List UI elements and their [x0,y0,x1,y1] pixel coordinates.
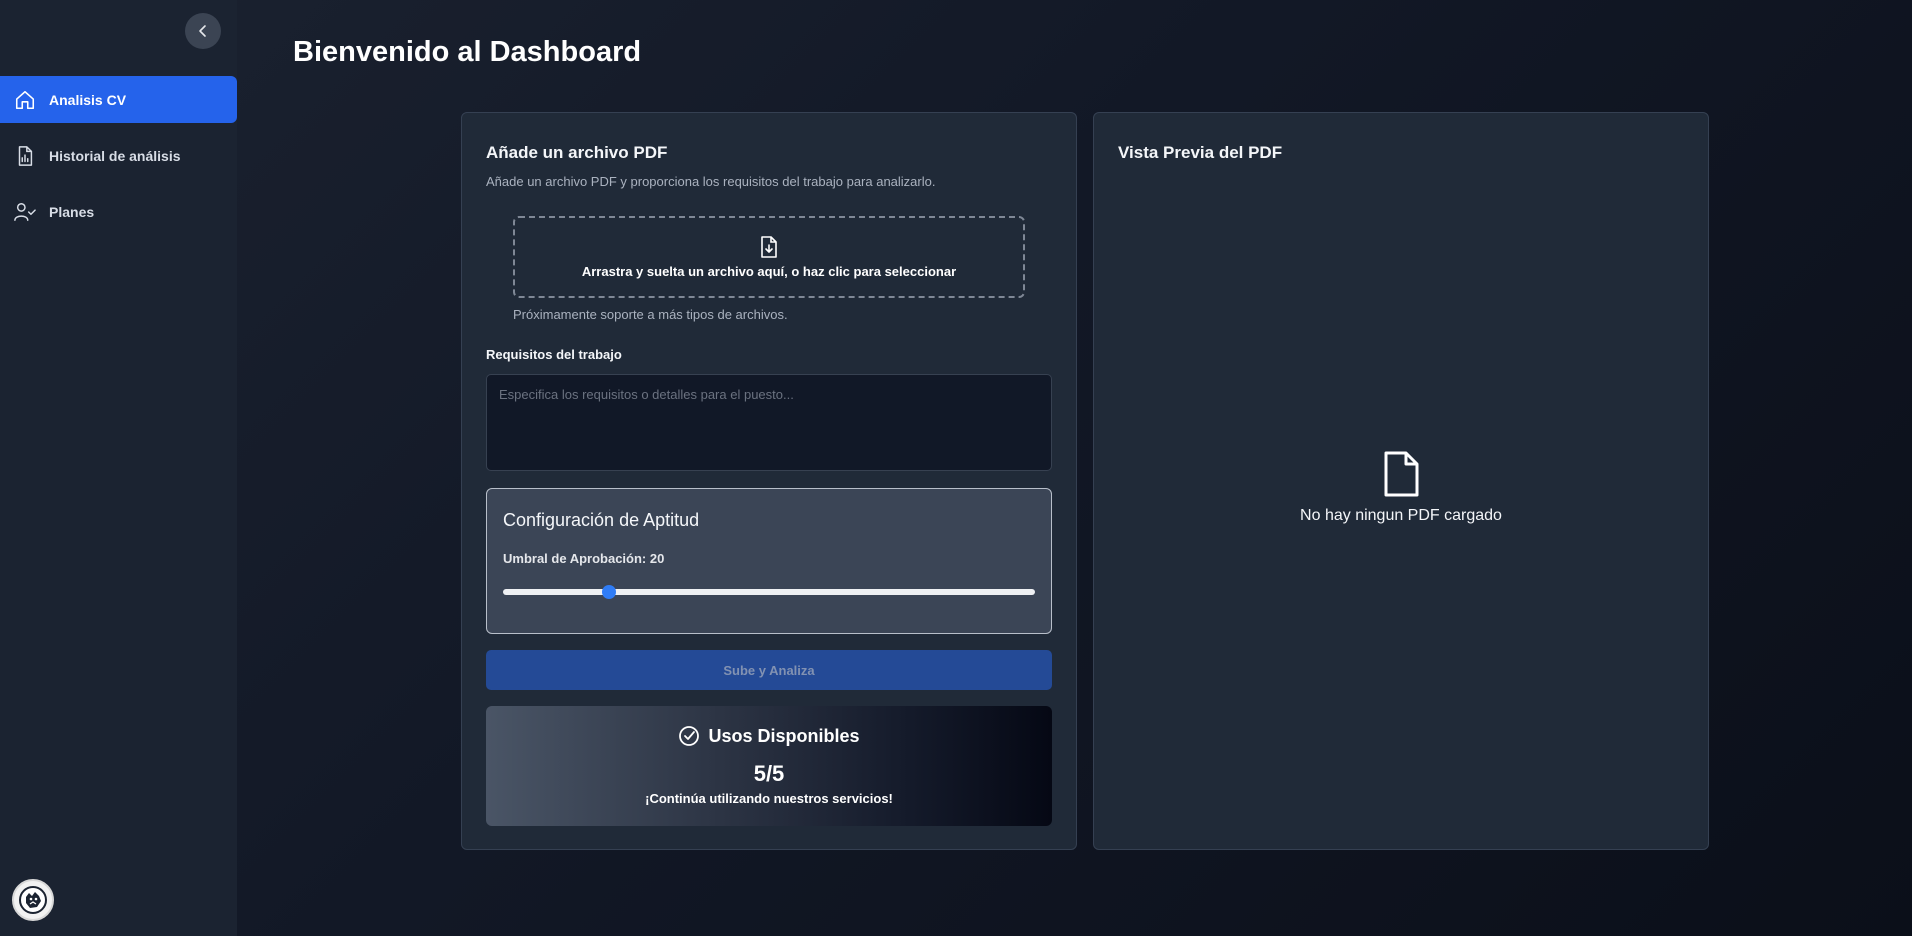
upload-card: Añade un archivo PDF Añade un archivo PD… [461,112,1077,850]
avatar[interactable] [12,879,54,921]
sidebar: Analisis CV Historial de análisis Planes [0,0,237,936]
sidebar-item-planes[interactable]: Planes [0,188,237,235]
empty-state-text: No hay ningun PDF cargado [1300,507,1502,524]
upload-analyze-button[interactable]: Sube y Analiza [486,650,1052,690]
requirements-label: Requisitos del trabajo [486,347,622,362]
file-icon [1384,451,1419,497]
check-circle-icon [679,726,700,746]
chevron-left-icon [199,25,206,37]
threshold-slider-track[interactable] [503,589,1035,595]
usage-panel: Usos Disponibles 5/5 ¡Continúa utilizand… [486,706,1052,826]
aptitude-title: Configuración de Aptitud [503,510,700,530]
sidebar-item-label: Planes [49,203,95,220]
requirements-input[interactable] [486,374,1052,471]
user-check-icon [13,200,37,224]
sidebar-item-label: Analisis CV [49,91,127,108]
report-icon [13,144,37,168]
file-dropzone[interactable]: Arrastra y suelta un archivo aquí, o haz… [513,216,1025,298]
file-types-note: Próximamente soporte a más tipos de arch… [513,307,788,322]
dropzone-text: Arrastra y suelta un archivo aquí, o haz… [581,263,957,279]
threshold-slider-thumb[interactable] [602,585,617,599]
empty-state: No hay ningun PDF cargado [1094,451,1708,525]
file-download-icon [761,235,777,258]
threshold-label: Umbral de Aprobación: 20 [503,551,665,566]
sidebar-item-historial[interactable]: Historial de análisis [0,132,237,179]
collapse-sidebar-button[interactable] [185,13,221,49]
sidebar-item-analisis-cv[interactable]: Analisis CV [0,76,237,123]
home-icon [13,88,37,112]
usage-title: Usos Disponibles [708,725,860,746]
usage-message: ¡Continúa utilizando nuestros servicios! [645,791,893,806]
upload-title: Añade un archivo PDF [486,143,668,162]
sidebar-item-label: Historial de análisis [49,147,181,164]
upload-subtitle: Añade un archivo PDF y proporciona los r… [486,174,936,189]
usage-count: 5/5 [753,761,785,786]
aptitude-config-panel: Configuración de Aptitud Umbral de Aprob… [486,488,1052,634]
pdf-preview-card: Vista Previa del PDF No hay ningun PDF c… [1093,112,1709,850]
tiger-logo-icon [19,886,47,914]
preview-title: Vista Previa del PDF [1118,143,1283,162]
page-title: Bienvenido al Dashboard [293,36,642,68]
